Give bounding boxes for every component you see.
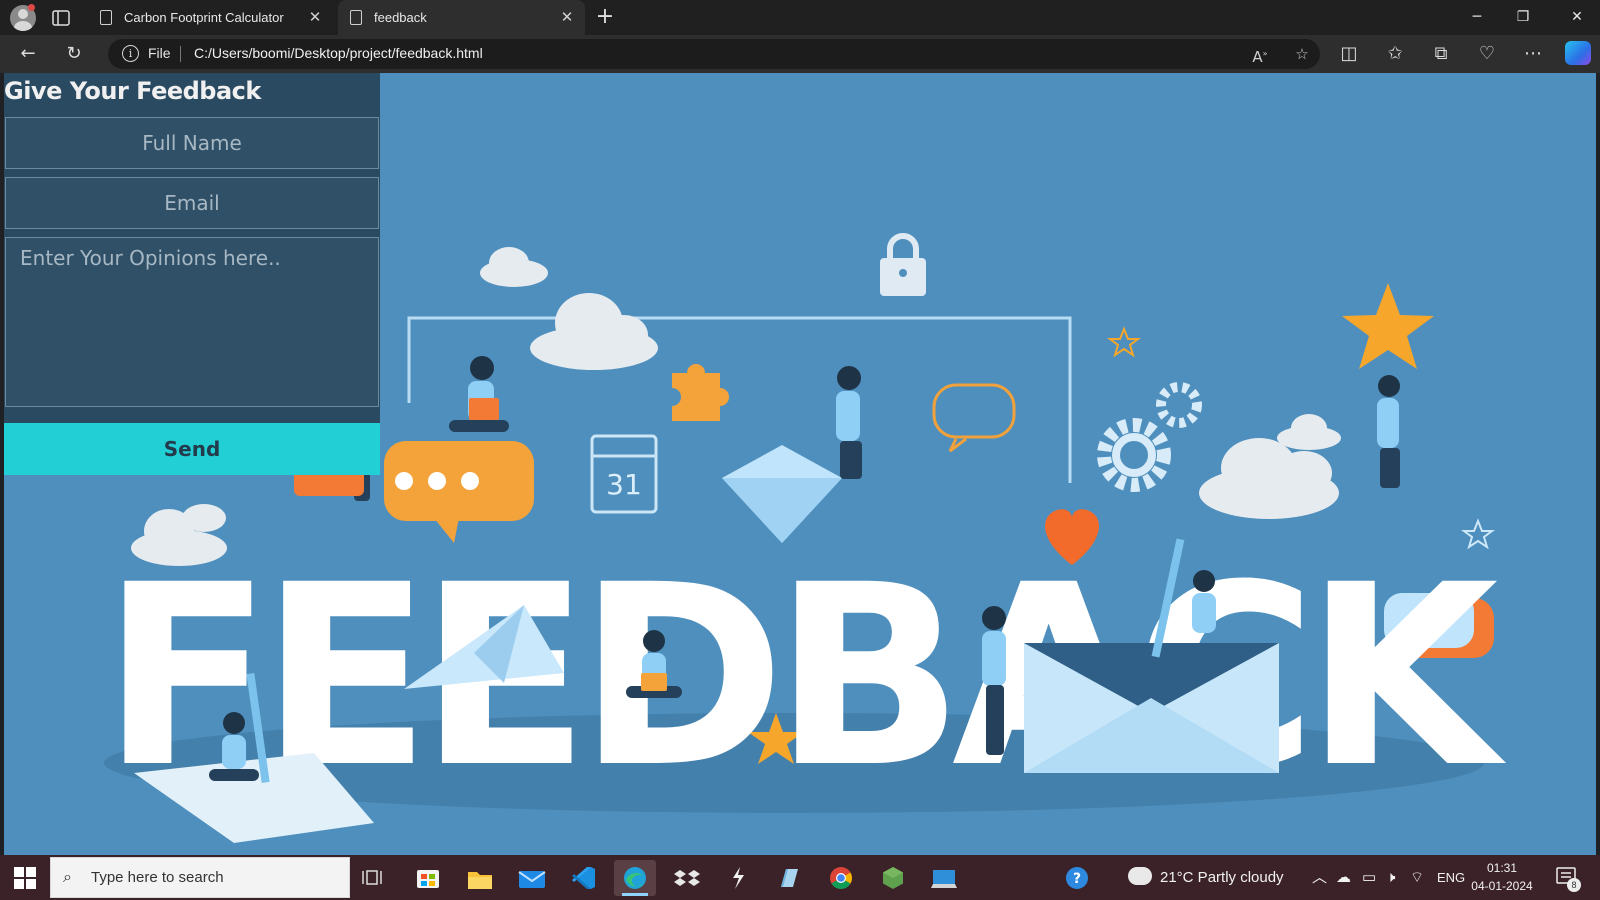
restore-icon[interactable]: ❐ [1500, 0, 1546, 35]
notification-center-icon[interactable]: 8 [1555, 866, 1581, 892]
wifi-icon[interactable]: ⌔ [1410, 855, 1424, 900]
favorites-icon[interactable]: ✩ [1382, 42, 1408, 66]
browser-toolbar: ← ↻ i File C:/Users/boomi/Desktop/projec… [0, 35, 1600, 73]
task-view-icon[interactable] [354, 860, 396, 896]
battery-icon[interactable]: ▭ [1362, 855, 1376, 900]
tab-carbon-footprint[interactable]: Carbon Footprint Calculator ✕ [88, 0, 333, 35]
clock-time: 01:31 [1486, 861, 1518, 875]
info-icon[interactable]: i [122, 45, 139, 62]
send-button[interactable]: Send [4, 423, 380, 475]
bolt-app-icon[interactable] [717, 860, 759, 896]
show-hidden-icons-chevron-icon[interactable]: ︿ [1312, 855, 1327, 900]
taskbar-search-box[interactable]: ⌕ Type here to search [50, 857, 350, 898]
remote-desktop-icon[interactable] [923, 860, 965, 896]
windows-taskbar: ⌕ Type here to search ? 21°C Partly clou [0, 855, 1600, 900]
close-tab-icon[interactable]: ✕ [305, 8, 325, 28]
full-name-input[interactable] [5, 117, 379, 169]
opinion-textarea[interactable] [5, 237, 379, 407]
page-icon [350, 10, 362, 25]
chrome-icon[interactable] [820, 860, 862, 896]
weather-text: 21°C Partly cloudy [1160, 869, 1284, 886]
favorite-star-icon[interactable]: ☆ [1290, 43, 1314, 65]
close-window-icon[interactable]: ✕ [1554, 0, 1600, 35]
read-aloud-icon[interactable]: A» [1248, 43, 1272, 66]
url-text[interactable]: C:/Users/boomi/Desktop/project/feedback.… [194, 45, 483, 61]
copilot-icon[interactable] [1565, 41, 1591, 65]
address-bar[interactable]: i File C:/Users/boomi/Desktop/project/fe… [108, 39, 1320, 69]
mail-icon[interactable] [511, 860, 553, 896]
language-indicator[interactable]: ENG [1437, 855, 1465, 900]
address-separator [180, 46, 181, 62]
weather-icon [1128, 867, 1152, 886]
vs-code-icon[interactable] [563, 860, 605, 896]
notes-app-icon[interactable] [768, 860, 810, 896]
windows-start-icon[interactable] [14, 867, 36, 889]
microsoft-store-icon[interactable] [407, 860, 449, 896]
scheme-label: File [148, 45, 171, 61]
page-icon [100, 10, 112, 25]
tab-title: feedback [374, 10, 427, 25]
notification-count: 8 [1567, 878, 1581, 892]
tab-feedback[interactable]: feedback ✕ [338, 0, 585, 35]
nodejs-icon[interactable] [872, 860, 914, 896]
svg-text:?: ? [1073, 871, 1081, 887]
volume-muted-icon[interactable]: 🕨 [1386, 855, 1395, 900]
onedrive-icon[interactable]: ☁ [1336, 855, 1351, 900]
profile-notification-dot [28, 4, 35, 11]
more-menu-icon[interactable]: ⋯ [1520, 42, 1546, 66]
back-arrow-icon[interactable]: ← [15, 42, 41, 66]
tab-actions-icon[interactable] [50, 8, 72, 28]
edge-icon[interactable] [614, 860, 656, 896]
minimize-icon[interactable]: ─ [1454, 0, 1500, 35]
split-screen-icon[interactable]: ◫ [1336, 42, 1362, 66]
calendar-day: 31 [606, 468, 642, 501]
dropbox-icon[interactable] [666, 860, 708, 896]
search-icon: ⌕ [63, 867, 72, 886]
email-input[interactable] [5, 177, 379, 229]
refresh-icon[interactable]: ↻ [61, 42, 87, 66]
tab-title: Carbon Footprint Calculator [124, 10, 284, 25]
search-placeholder: Type here to search [91, 869, 224, 886]
browser-tab-bar: Carbon Footprint Calculator ✕ feedback ✕… [0, 0, 1600, 35]
weather-widget[interactable]: 21°C Partly cloudy [1128, 855, 1284, 900]
browser-essentials-icon[interactable]: ♡ [1474, 42, 1500, 66]
collections-icon[interactable]: ⧉ [1428, 42, 1454, 66]
system-clock[interactable]: 01:31 04-01-2024 [1467, 859, 1537, 895]
new-tab-plus-icon[interactable]: + [592, 4, 618, 30]
close-tab-icon[interactable]: ✕ [557, 8, 577, 28]
page-title: Give Your Feedback [4, 77, 261, 105]
file-explorer-icon[interactable] [459, 860, 501, 896]
clock-date: 04-01-2024 [1471, 879, 1533, 893]
help-icon[interactable]: ? [1056, 860, 1098, 896]
page-viewport: 31 FEEDBACK Give Your Feedback Full Name… [4, 73, 1596, 855]
